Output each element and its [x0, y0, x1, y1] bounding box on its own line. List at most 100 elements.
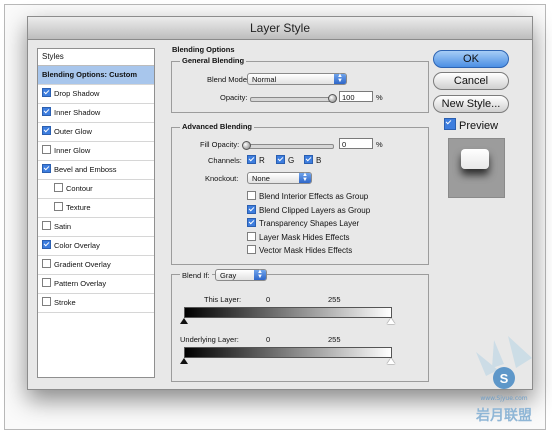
style-checkbox[interactable]	[42, 107, 51, 116]
underlying-layer-low: 0	[266, 335, 271, 344]
new-style-button[interactable]: New Style...	[433, 95, 509, 113]
general-blending-title: General Blending	[180, 56, 247, 65]
opacity-label: Opacity:	[220, 93, 248, 102]
channel-g[interactable]: G	[276, 155, 294, 165]
channel-g-checkbox[interactable]	[276, 155, 285, 164]
underlying-layer-gradient	[184, 347, 392, 358]
option-label: Blend Interior Effects as Group	[259, 192, 369, 201]
style-checkbox[interactable]	[42, 240, 51, 249]
this-layer-gradient	[184, 307, 392, 318]
style-item-inner-shadow[interactable]: Inner Shadow	[38, 104, 154, 123]
underlying-white-slider[interactable]	[387, 358, 395, 364]
style-item-label: Inner Shadow	[54, 108, 101, 117]
style-item-stroke[interactable]: Stroke	[38, 294, 154, 313]
style-item-label: Blending Options: Custom	[42, 70, 137, 79]
opacity-slider-knob[interactable]	[328, 94, 337, 103]
style-item-satin[interactable]: Satin	[38, 218, 154, 237]
option-vector-mask-hides-effects[interactable]: Vector Mask Hides Effects	[247, 245, 370, 259]
fill-opacity-slider[interactable]	[246, 144, 334, 149]
channel-r-checkbox[interactable]	[247, 155, 256, 164]
channels-label: Channels:	[208, 156, 242, 165]
style-item-label: Color Overlay	[54, 241, 100, 250]
style-checkbox[interactable]	[42, 126, 51, 135]
opacity-slider[interactable]	[250, 97, 334, 102]
style-preview-thumbnail	[448, 138, 505, 198]
style-item-texture[interactable]: Texture	[38, 199, 154, 218]
style-item-bevel-and-emboss[interactable]: Bevel and Emboss	[38, 161, 154, 180]
preview-swatch	[461, 149, 489, 169]
style-item-label: Satin	[54, 222, 72, 231]
channel-r-label: R	[259, 156, 265, 165]
fill-opacity-unit: %	[376, 140, 383, 149]
style-checkbox[interactable]	[42, 164, 51, 173]
option-blend-interior-effects-as-group[interactable]: Blend Interior Effects as Group	[247, 191, 370, 205]
style-item-pattern-overlay[interactable]: Pattern Overlay	[38, 275, 154, 294]
this-layer-white-slider[interactable]	[387, 318, 395, 324]
style-item-gradient-overlay[interactable]: Gradient Overlay	[38, 256, 154, 275]
style-checkbox[interactable]	[42, 297, 51, 306]
style-checkbox[interactable]	[42, 88, 51, 97]
option-layer-mask-hides-effects[interactable]: Layer Mask Hides Effects	[247, 231, 370, 246]
cancel-button[interactable]: Cancel	[433, 72, 509, 90]
fill-opacity-label: Fill Opacity:	[200, 140, 240, 149]
updown-arrows-icon: ▲ ▼	[299, 172, 311, 183]
watermark-logo: S www.Sjyue.com 岩月联盟	[475, 336, 532, 424]
advanced-blending-group: Advanced Blending Fill Opacity: 0 % Chan…	[171, 122, 429, 265]
this-layer-black-slider[interactable]	[180, 318, 188, 324]
option-checkbox[interactable]	[247, 218, 256, 227]
style-item-label: Contour	[66, 184, 93, 193]
style-item-label: Inner Glow	[54, 146, 91, 155]
style-item-blending-options-custom[interactable]: Blending Options: Custom	[38, 66, 154, 85]
style-item-label: Texture	[66, 203, 91, 212]
option-label: Layer Mask Hides Effects	[259, 232, 350, 242]
option-checkbox[interactable]	[247, 204, 256, 214]
fill-opacity-slider-knob[interactable]	[242, 141, 251, 150]
knockout-label: Knockout:	[205, 174, 239, 183]
knockout-select[interactable]: None ▲ ▼	[247, 172, 312, 184]
option-label: Blend Clipped Layers as Group	[259, 205, 371, 215]
option-label: Transparency Shapes Layer	[259, 219, 360, 228]
style-checkbox[interactable]	[54, 183, 63, 192]
blending-options-title: Blending Options	[172, 45, 235, 54]
style-checkbox[interactable]	[42, 221, 51, 230]
option-checkbox[interactable]	[247, 245, 256, 254]
watermark-text: 岩月联盟	[475, 407, 532, 424]
style-checkbox[interactable]	[54, 202, 63, 211]
blend-if-label: Blend If:	[180, 271, 212, 280]
style-item-label: Gradient Overlay	[54, 260, 111, 269]
style-item-drop-shadow[interactable]: Drop Shadow	[38, 85, 154, 104]
channel-r[interactable]: R	[247, 155, 265, 165]
style-checkbox[interactable]	[42, 145, 51, 154]
preview-toggle[interactable]: Preview	[444, 118, 498, 132]
underlying-black-slider[interactable]	[180, 358, 188, 364]
style-item-label: Bevel and Emboss	[54, 165, 117, 174]
updown-arrows-icon: ▲ ▼	[334, 73, 346, 84]
channel-b[interactable]: B	[304, 155, 321, 165]
option-transparency-shapes-layer[interactable]: Transparency Shapes Layer	[247, 218, 370, 232]
style-item-inner-glow[interactable]: Inner Glow	[38, 142, 154, 161]
window-title: Layer Style	[28, 17, 532, 40]
option-checkbox[interactable]	[247, 191, 256, 200]
style-item-label: Pattern Overlay	[54, 279, 107, 288]
knockout-value: None	[252, 174, 270, 183]
preview-checkbox[interactable]	[444, 118, 456, 130]
option-checkbox[interactable]	[247, 231, 256, 241]
blend-mode-select[interactable]: Normal ▲ ▼	[247, 73, 347, 85]
ok-button[interactable]: OK	[433, 50, 509, 68]
opacity-unit: %	[376, 93, 383, 102]
underlying-layer-high: 255	[328, 335, 341, 344]
fill-opacity-input[interactable]: 0	[339, 138, 373, 149]
style-item-contour[interactable]: Contour	[38, 180, 154, 199]
blend-if-select[interactable]: Gray ▲ ▼	[215, 269, 267, 281]
option-blend-clipped-layers-as-group[interactable]: Blend Clipped Layers as Group	[247, 204, 371, 219]
preview-label: Preview	[459, 120, 499, 132]
style-checkbox[interactable]	[42, 278, 51, 287]
channel-b-checkbox[interactable]	[304, 155, 313, 164]
opacity-input[interactable]: 100	[339, 91, 373, 102]
style-checkbox[interactable]	[42, 259, 51, 268]
channel-b-label: B	[316, 156, 322, 165]
style-item-color-overlay[interactable]: Color Overlay	[38, 237, 154, 256]
updown-arrows-icon: ▲ ▼	[254, 269, 266, 280]
style-item-outer-glow[interactable]: Outer Glow	[38, 123, 154, 142]
blend-if-group: Blend If: Gray ▲ ▼ This Layer: 0 255 Unde…	[171, 269, 429, 382]
